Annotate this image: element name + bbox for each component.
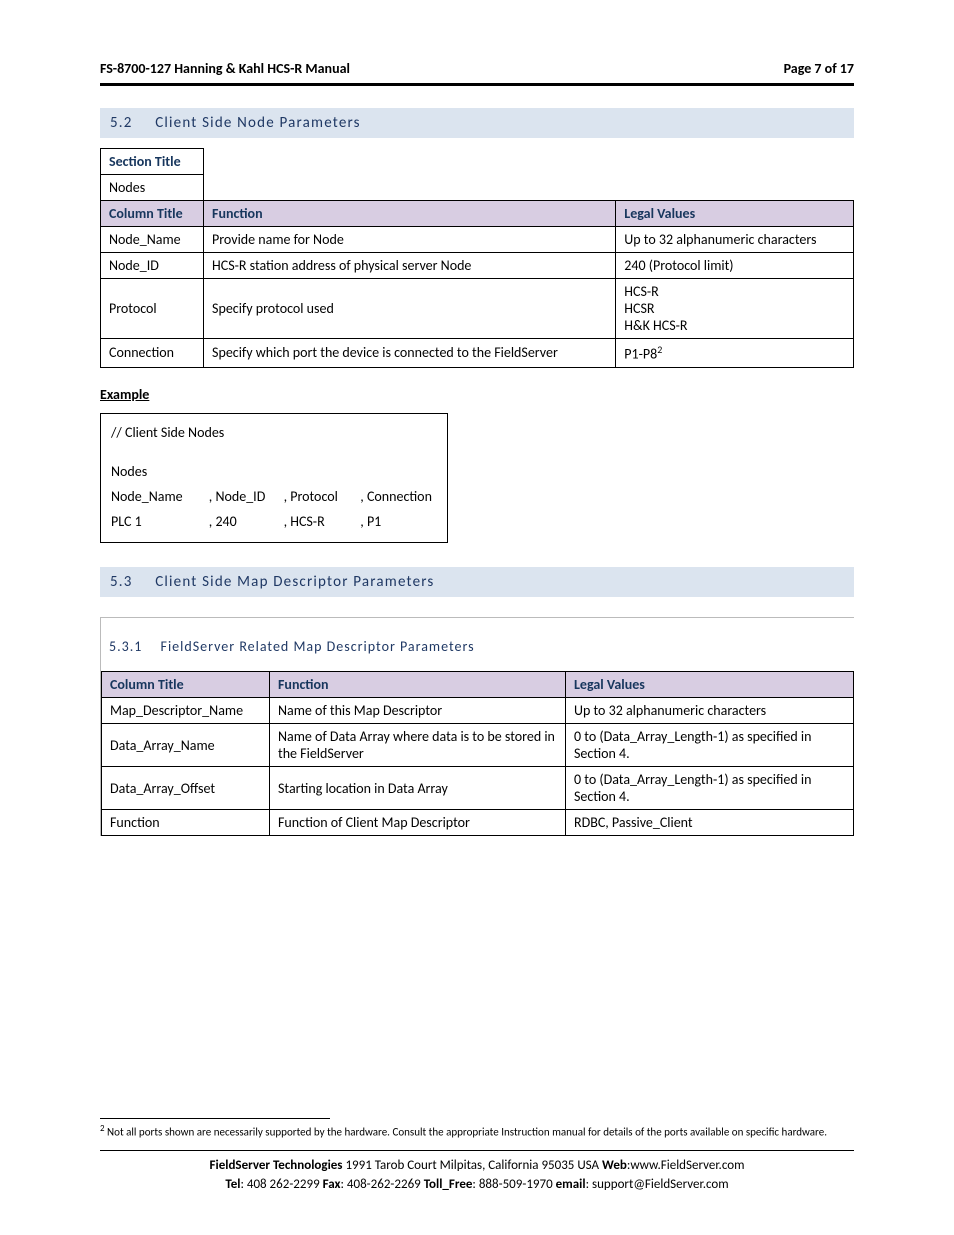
- table-header-row: Column Title Function Legal Values: [102, 672, 854, 698]
- example-col: , Protocol: [284, 484, 361, 509]
- cell: RDBC, Passive_Client: [566, 810, 854, 836]
- section-5-3-heading: 5.3 Client Side Map Descriptor Parameter…: [100, 567, 854, 597]
- cell: Up to 32 alphanumeric characters: [616, 227, 854, 253]
- footer-text: FieldServer Technologies 1991 Tarob Cour…: [100, 1157, 854, 1195]
- legal-value-line: HCSR: [624, 300, 845, 317]
- footer-address: 1991 Tarob Court Milpitas, California 95…: [343, 1158, 603, 1173]
- footnote-separator: [100, 1118, 330, 1119]
- table-row: Connection Specify which port the device…: [101, 339, 854, 368]
- example-col: , Connection: [360, 484, 437, 509]
- example-val: , P1: [360, 509, 437, 534]
- cell: 0 to (Data_Array_Length-1) as specified …: [566, 724, 854, 767]
- footer-fax-label: Fax: [323, 1177, 341, 1192]
- page-header: FS-8700-127 Hanning & Kahl HCS-R Manual …: [100, 60, 854, 86]
- footer-email-value: : support@FieldServer.com: [586, 1177, 729, 1192]
- section-title: FieldServer Related Map Descriptor Param…: [161, 638, 475, 655]
- footer-rule: [100, 1150, 854, 1151]
- subsection-5-3-1-wrapper: 5.3.1 FieldServer Related Map Descriptor…: [100, 617, 854, 836]
- section-title: Client Side Map Descriptor Parameters: [155, 573, 434, 591]
- example-comment: // Client Side Nodes: [111, 420, 437, 445]
- empty-cell: [204, 149, 854, 175]
- section-5-2-heading: 5.2 Client Side Node Parameters: [100, 108, 854, 138]
- footer-company: FieldServer Technologies: [210, 1158, 343, 1173]
- cell: Provide name for Node: [204, 227, 616, 253]
- table-row: Nodes: [101, 175, 854, 201]
- col-header: Legal Values: [616, 201, 854, 227]
- map-descriptor-params-table: Column Title Function Legal Values Map_D…: [101, 671, 854, 836]
- cell: Starting location in Data Array: [270, 767, 566, 810]
- example-box: // Client Side Nodes Nodes Node_Name , N…: [100, 413, 448, 544]
- section-title: Client Side Node Parameters: [155, 114, 361, 132]
- example-col: Node_Name: [111, 484, 209, 509]
- cell: 240 (Protocol limit): [616, 253, 854, 279]
- section-number: 5.2: [110, 114, 133, 132]
- legal-value-line: HCS-R: [624, 283, 845, 300]
- footnote-ref: 2: [657, 343, 662, 356]
- table-row: Data_Array_Offset Starting location in D…: [102, 767, 854, 810]
- table-row: Function Function of Client Map Descript…: [102, 810, 854, 836]
- cell: HCS-R HCSR H&K HCS-R: [616, 279, 854, 339]
- section-number: 5.3: [110, 573, 133, 591]
- cell: 0 to (Data_Array_Length-1) as specified …: [566, 767, 854, 810]
- cell: Function of Client Map Descriptor: [270, 810, 566, 836]
- cell: Data_Array_Offset: [102, 767, 270, 810]
- cell: P1-P82: [616, 339, 854, 368]
- cell: Name of Data Array where data is to be s…: [270, 724, 566, 767]
- footer-web-label: Web: [602, 1158, 627, 1173]
- footer-email-label: email: [556, 1177, 586, 1192]
- section-title-value: Nodes: [101, 175, 204, 201]
- cell: Name of this Map Descriptor: [270, 698, 566, 724]
- cell: Up to 32 alphanumeric characters: [566, 698, 854, 724]
- example-val: , HCS-R: [284, 509, 361, 534]
- cell: Node_ID: [101, 253, 204, 279]
- cell: Node_Name: [101, 227, 204, 253]
- example-columns-row: Node_Name , Node_ID , Protocol , Connect…: [111, 484, 437, 509]
- col-header: Function: [204, 201, 616, 227]
- footer-fax-value: : 408-262-2269: [341, 1177, 424, 1192]
- cell: Protocol: [101, 279, 204, 339]
- footer-web-value: :www.FieldServer.com: [627, 1158, 745, 1173]
- cell: Map_Descriptor_Name: [102, 698, 270, 724]
- client-side-node-params-table: Section Title Nodes Column Title Functio…: [100, 148, 854, 368]
- footer-tel-label: Tel: [225, 1177, 240, 1192]
- cell: Specify protocol used: [204, 279, 616, 339]
- legal-value-line: H&K HCS-R: [624, 317, 845, 334]
- table-row: Map_Descriptor_Name Name of this Map Des…: [102, 698, 854, 724]
- cell: Data_Array_Name: [102, 724, 270, 767]
- table-row: Data_Array_Name Name of Data Array where…: [102, 724, 854, 767]
- table-row: Section Title: [101, 149, 854, 175]
- footer-tel-value: : 408 262-2299: [240, 1177, 322, 1192]
- section-number: 5.3.1: [109, 638, 142, 655]
- footer-toll-value: : 888-509-1970: [472, 1177, 555, 1192]
- cell: HCS-R station address of physical server…: [204, 253, 616, 279]
- cell: Function: [102, 810, 270, 836]
- col-header: Function: [270, 672, 566, 698]
- example-val: , 240: [209, 509, 284, 534]
- example-val: PLC 1: [111, 509, 209, 534]
- cell: Specify which port the device is connect…: [204, 339, 616, 368]
- footnote: 2 Not all ports shown are necessarily su…: [100, 1123, 854, 1141]
- page-footer-block: 2 Not all ports shown are necessarily su…: [100, 1118, 854, 1195]
- table-row: Node_Name Provide name for Node Up to 32…: [101, 227, 854, 253]
- table-row: Protocol Specify protocol used HCS-R HCS…: [101, 279, 854, 339]
- col-header: Column Title: [102, 672, 270, 698]
- footnote-text: Not all ports shown are necessarily supp…: [105, 1125, 827, 1138]
- col-header: Column Title: [101, 201, 204, 227]
- example-values-row: PLC 1 , 240 , HCS-R , P1: [111, 509, 437, 534]
- legal-value: P1-P8: [624, 346, 657, 363]
- example-header: Nodes: [111, 459, 437, 484]
- empty-cell: [204, 175, 854, 201]
- example-col: , Node_ID: [209, 484, 284, 509]
- section-title-label: Section Title: [101, 149, 204, 175]
- example-label: Example: [100, 386, 854, 403]
- section-5-3-1-heading: 5.3.1 FieldServer Related Map Descriptor…: [101, 632, 854, 661]
- header-page-number: Page 7 of 17: [784, 60, 854, 77]
- footer-toll-label: Toll_Free: [424, 1177, 473, 1192]
- table-header-row: Column Title Function Legal Values: [101, 201, 854, 227]
- col-header: Legal Values: [566, 672, 854, 698]
- table-row: Node_ID HCS-R station address of physica…: [101, 253, 854, 279]
- cell: Connection: [101, 339, 204, 368]
- header-title-left: FS-8700-127 Hanning & Kahl HCS-R Manual: [100, 60, 350, 77]
